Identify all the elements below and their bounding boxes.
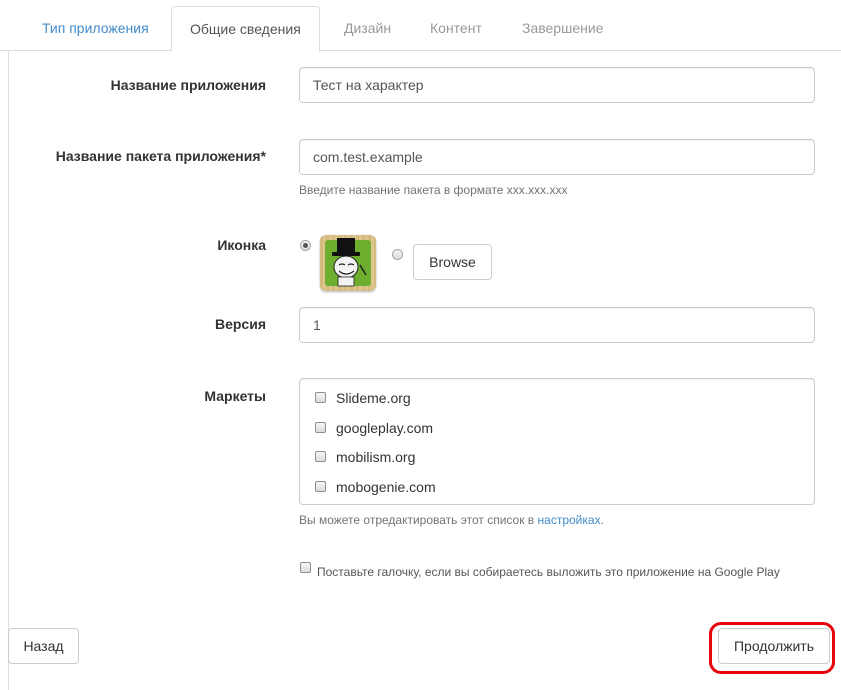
market-checkbox[interactable] — [315, 451, 326, 462]
market-label: Slideme.org — [336, 390, 411, 406]
market-item-googleplay[interactable]: googleplay.com — [300, 418, 800, 440]
package-name-input[interactable]: com.test.example — [299, 139, 815, 175]
markets-help-text: Вы можете отредактировать этот список в — [299, 513, 535, 527]
back-button[interactable]: Назад — [8, 628, 79, 664]
markets-list: Slideme.org googleplay.com mobilism.org … — [299, 378, 815, 505]
tab-finish[interactable]: Завершение — [504, 6, 621, 51]
tab-content[interactable]: Контент — [412, 6, 500, 51]
market-item-slideme[interactable]: Slideme.org — [300, 388, 800, 410]
version-label: Версия — [214, 316, 266, 332]
tab-app-type[interactable]: Тип приложения — [24, 6, 167, 51]
market-label: googleplay.com — [336, 420, 434, 436]
version-input[interactable]: 1 — [299, 307, 815, 343]
market-item-mobogenie[interactable]: mobogenie.com — [300, 477, 800, 499]
browse-button[interactable]: Browse — [413, 244, 492, 280]
icon-default-radio[interactable] — [300, 240, 311, 251]
market-label: mobilism.org — [336, 449, 416, 465]
market-label: mobogenie.com — [336, 479, 436, 495]
markets-label: Маркеты — [204, 388, 266, 404]
wizard-tabs: Тип приложения Общие сведения Дизайн Кон… — [0, 0, 841, 52]
package-name-label: Название пакета приложения* — [55, 148, 266, 164]
tab-design[interactable]: Дизайн — [326, 6, 409, 51]
market-checkbox[interactable] — [315, 481, 326, 492]
google-play-checkbox-label: Поставьте галочку, если вы собираетесь в… — [299, 562, 799, 582]
icon-label: Иконка — [217, 237, 266, 253]
market-checkbox[interactable] — [315, 392, 326, 403]
icon-custom-radio[interactable] — [392, 249, 403, 260]
trollface-gentleman-icon — [320, 235, 376, 291]
app-name-input[interactable]: Тест на характер — [299, 67, 815, 103]
continue-highlight-outline — [709, 622, 835, 674]
google-play-checkbox-text: Поставьте галочку, если вы собираетесь в… — [317, 565, 780, 579]
package-name-help: Введите название пакета в формате xxx.xx… — [299, 183, 568, 197]
tab-general-info[interactable]: Общие сведения — [171, 6, 320, 52]
market-item-mobilism[interactable]: mobilism.org — [300, 447, 800, 469]
market-checkbox[interactable] — [315, 422, 326, 433]
settings-link[interactable]: настройках — [538, 513, 601, 527]
markets-help: Вы можете отредактировать этот список в … — [299, 513, 604, 527]
markets-help-suffix: . — [600, 513, 604, 527]
app-name-label: Название приложения — [110, 77, 266, 93]
